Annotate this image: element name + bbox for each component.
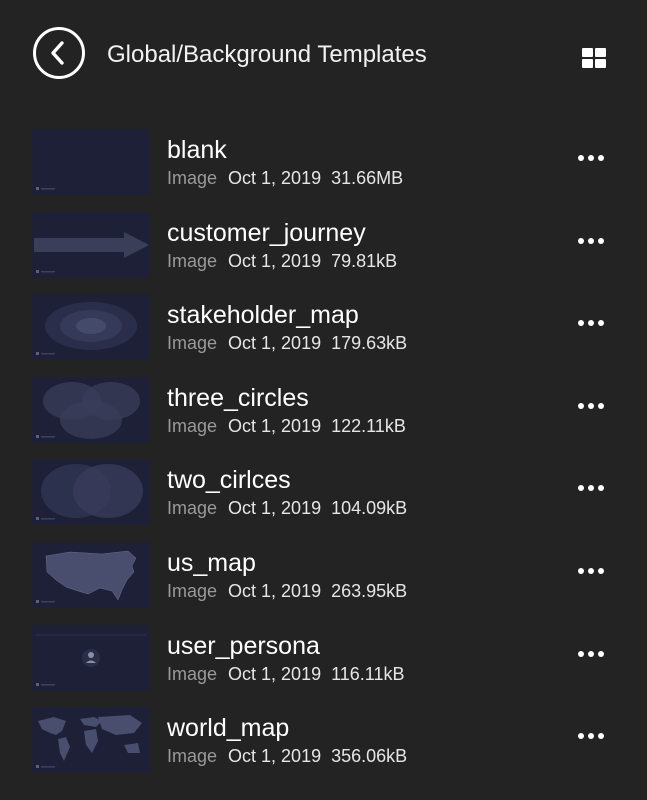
template-meta: Image Oct 1, 2019 104.09kB <box>167 498 407 518</box>
two-circles-thumbnail <box>32 459 150 526</box>
page-title: Global/Background Templates <box>107 41 427 68</box>
file-size: 104.09kB <box>331 498 408 519</box>
file-type: Image <box>167 746 218 767</box>
template-meta: Image Oct 1, 2019 122.11kB <box>167 416 406 436</box>
grid-view-icon <box>582 48 593 57</box>
file-size: 263.95kB <box>331 580 408 601</box>
template-row[interactable]: three_circles Image Oct 1, 2019 122.11kB <box>0 372 647 455</box>
file-size: 31.66MB <box>331 168 404 188</box>
template-meta: Image Oct 1, 2019 79.81kB <box>167 251 397 271</box>
template-name: customer_journey <box>167 218 366 247</box>
more-options-button[interactable] <box>572 642 610 666</box>
template-name: two_cirlces <box>167 466 291 495</box>
template-row[interactable]: world_map Image Oct 1, 2019 356.06kB <box>0 702 647 785</box>
file-size: 116.11kB <box>331 663 405 684</box>
file-date: Oct 1, 2019 <box>228 250 322 271</box>
file-type: Image <box>167 415 218 436</box>
file-date: Oct 1, 2019 <box>228 415 322 436</box>
template-row[interactable]: blank Image Oct 1, 2019 31.66MB <box>0 124 647 207</box>
grid-view-button[interactable] <box>581 46 607 68</box>
persona-thumbnail <box>32 624 150 691</box>
more-options-button[interactable] <box>572 476 610 500</box>
template-meta: Image Oct 1, 2019 179.63kB <box>167 333 407 353</box>
template-name: user_persona <box>167 631 320 660</box>
template-meta: Image Oct 1, 2019 263.95kB <box>167 581 407 601</box>
file-date: Oct 1, 2019 <box>228 498 322 519</box>
grid-view-icon-cell <box>582 59 593 68</box>
more-options-button[interactable] <box>572 724 610 748</box>
file-size: 122.11kB <box>331 415 406 436</box>
more-options-button[interactable] <box>572 146 610 170</box>
file-type: Image <box>167 580 218 601</box>
file-type: Image <box>167 250 218 271</box>
file-date: Oct 1, 2019 <box>228 746 322 767</box>
template-row[interactable]: stakeholder_map Image Oct 1, 2019 179.63kB <box>0 289 647 372</box>
file-date: Oct 1, 2019 <box>228 663 322 684</box>
file-type: Image <box>167 663 218 684</box>
concentric-ellipses-thumbnail <box>32 294 150 361</box>
file-date: Oct 1, 2019 <box>228 580 322 601</box>
chevron-left-icon <box>51 41 64 65</box>
back-button[interactable] <box>33 27 85 79</box>
template-meta: Image Oct 1, 2019 356.06kB <box>167 746 407 766</box>
more-options-button[interactable] <box>572 559 610 583</box>
three-circles-thumbnail <box>32 376 150 443</box>
grid-view-icon-cell <box>595 59 606 68</box>
file-size: 356.06kB <box>331 746 408 767</box>
file-date: Oct 1, 2019 <box>228 333 322 354</box>
template-name: world_map <box>167 714 290 743</box>
arrow-thumbnail <box>32 211 150 278</box>
template-name: blank <box>167 136 227 164</box>
template-row[interactable]: two_cirlces Image Oct 1, 2019 104.09kB <box>0 454 647 537</box>
template-row[interactable]: us_map Image Oct 1, 2019 263.95kB <box>0 537 647 620</box>
template-name: us_map <box>167 548 256 577</box>
template-list: blank Image Oct 1, 2019 31.66MB customer_jo… <box>0 124 647 785</box>
grid-view-icon-cell <box>595 48 606 57</box>
us-map-thumbnail <box>32 541 150 608</box>
template-name: stakeholder_map <box>167 301 359 330</box>
more-options-button[interactable] <box>572 229 610 253</box>
file-date: Oct 1, 2019 <box>228 168 322 188</box>
more-options-button[interactable] <box>572 394 610 418</box>
template-meta: Image Oct 1, 2019 116.11kB <box>167 664 404 684</box>
world-map-thumbnail <box>32 707 150 774</box>
template-meta: Image Oct 1, 2019 31.66MB <box>167 168 403 188</box>
file-size: 79.81kB <box>331 250 398 271</box>
file-type: Image <box>167 333 218 354</box>
template-row[interactable]: user_persona Image Oct 1, 2019 116.11kB <box>0 620 647 703</box>
template-row[interactable]: customer_journey Image Oct 1, 2019 79.81kB <box>0 207 647 290</box>
file-type: Image <box>167 498 218 519</box>
header: Global/Background Templates <box>0 0 647 112</box>
blank-thumbnail <box>32 129 150 195</box>
template-name: three_circles <box>167 383 309 412</box>
more-options-button[interactable] <box>572 311 610 335</box>
file-type: Image <box>167 168 218 188</box>
file-size: 179.63kB <box>331 333 408 354</box>
